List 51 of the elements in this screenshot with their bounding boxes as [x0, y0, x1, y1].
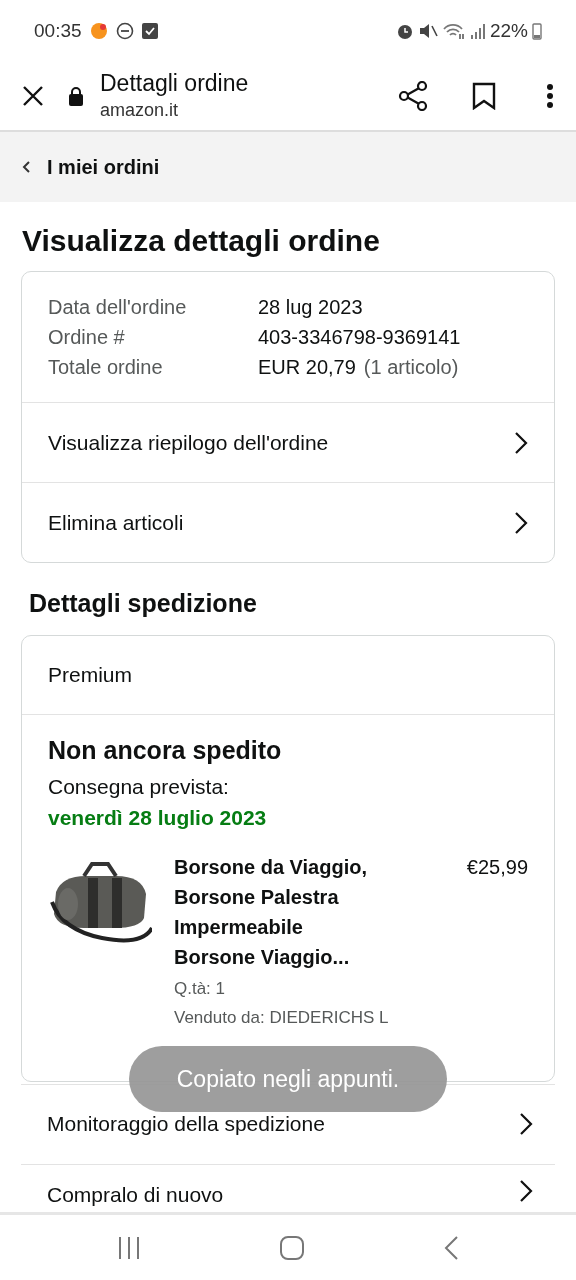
chevron-left-icon [22, 160, 31, 174]
share-icon[interactable] [398, 81, 428, 111]
chevron-right-icon [519, 1178, 533, 1203]
battery-icon [532, 22, 542, 40]
field-label: Data dell'ordine [48, 295, 188, 320]
do-not-disturb-icon [115, 22, 134, 40]
field-label: Ordine # [48, 325, 126, 350]
app-notification-icon [89, 22, 108, 40]
field-value: 28 lug 2023 [258, 295, 363, 320]
site-url: amazon.it [100, 98, 180, 122]
link-label: Visualizza riepilogo dell'ordine [48, 429, 329, 456]
page-title: Dettagli ordine [100, 68, 250, 97]
delivery-label: Consegna prevista: [48, 773, 230, 800]
bookmark-icon[interactable] [472, 82, 496, 110]
shipment-status: Non ancora spedito [48, 734, 283, 766]
back-icon[interactable] [443, 1234, 459, 1261]
product-title[interactable]: Borsone da Viaggio, Borsone Palestra Impermeabile Borsone Viaggio... [174, 851, 386, 972]
recent-apps-icon[interactable] [117, 1235, 141, 1260]
field-value: 403-3346798-9369141 [258, 325, 461, 350]
copied-toast: Copiato negli appunti. [129, 1046, 447, 1112]
product-price: €25,99 [466, 854, 528, 880]
seller: Venduto da: DIEDERICHS L [174, 1007, 390, 1029]
breadcrumb-link[interactable]: I miei ordini [47, 152, 160, 182]
order-link-row[interactable]: Visualizza riepilogo dell'ordine [22, 402, 554, 482]
wifi-icon [441, 22, 466, 40]
shipping-service: Premium [48, 661, 132, 688]
link-label: Elimina articoli [48, 509, 184, 536]
home-icon[interactable] [279, 1234, 305, 1261]
close-icon[interactable] [22, 85, 44, 107]
heading: Visualizza dettagli ordine [22, 223, 381, 259]
item-count: (1 articolo) [363, 355, 459, 380]
mute-icon [417, 22, 438, 40]
checkbox-notification-icon [141, 23, 158, 39]
quantity: Q.tà: 1 [174, 977, 227, 1000]
clock-time: 00:35 [34, 18, 82, 43]
order-link-row[interactable]: Elimina articoli [22, 482, 554, 562]
field-label: Totale ordine [48, 355, 164, 380]
delivery-date: venerdì 28 luglio 2023 [48, 805, 268, 831]
more-options-icon[interactable] [546, 83, 554, 109]
chevron-right-icon [514, 430, 528, 455]
link-label: Monitoraggio della spedizione [47, 1111, 325, 1138]
lock-icon [68, 86, 84, 106]
action-row[interactable]: Compralo di nuovo [21, 1163, 555, 1206]
battery-percentage: 22% [489, 18, 528, 43]
field-value: EUR 20,79 [258, 355, 356, 380]
link-label: Compralo di nuovo [47, 1181, 224, 1208]
signal-icon [469, 22, 486, 40]
chevron-right-icon [514, 510, 528, 535]
section-heading: Dettagli spedizione [29, 588, 258, 619]
alarm-icon [395, 22, 414, 40]
chevron-right-icon [519, 1112, 533, 1136]
